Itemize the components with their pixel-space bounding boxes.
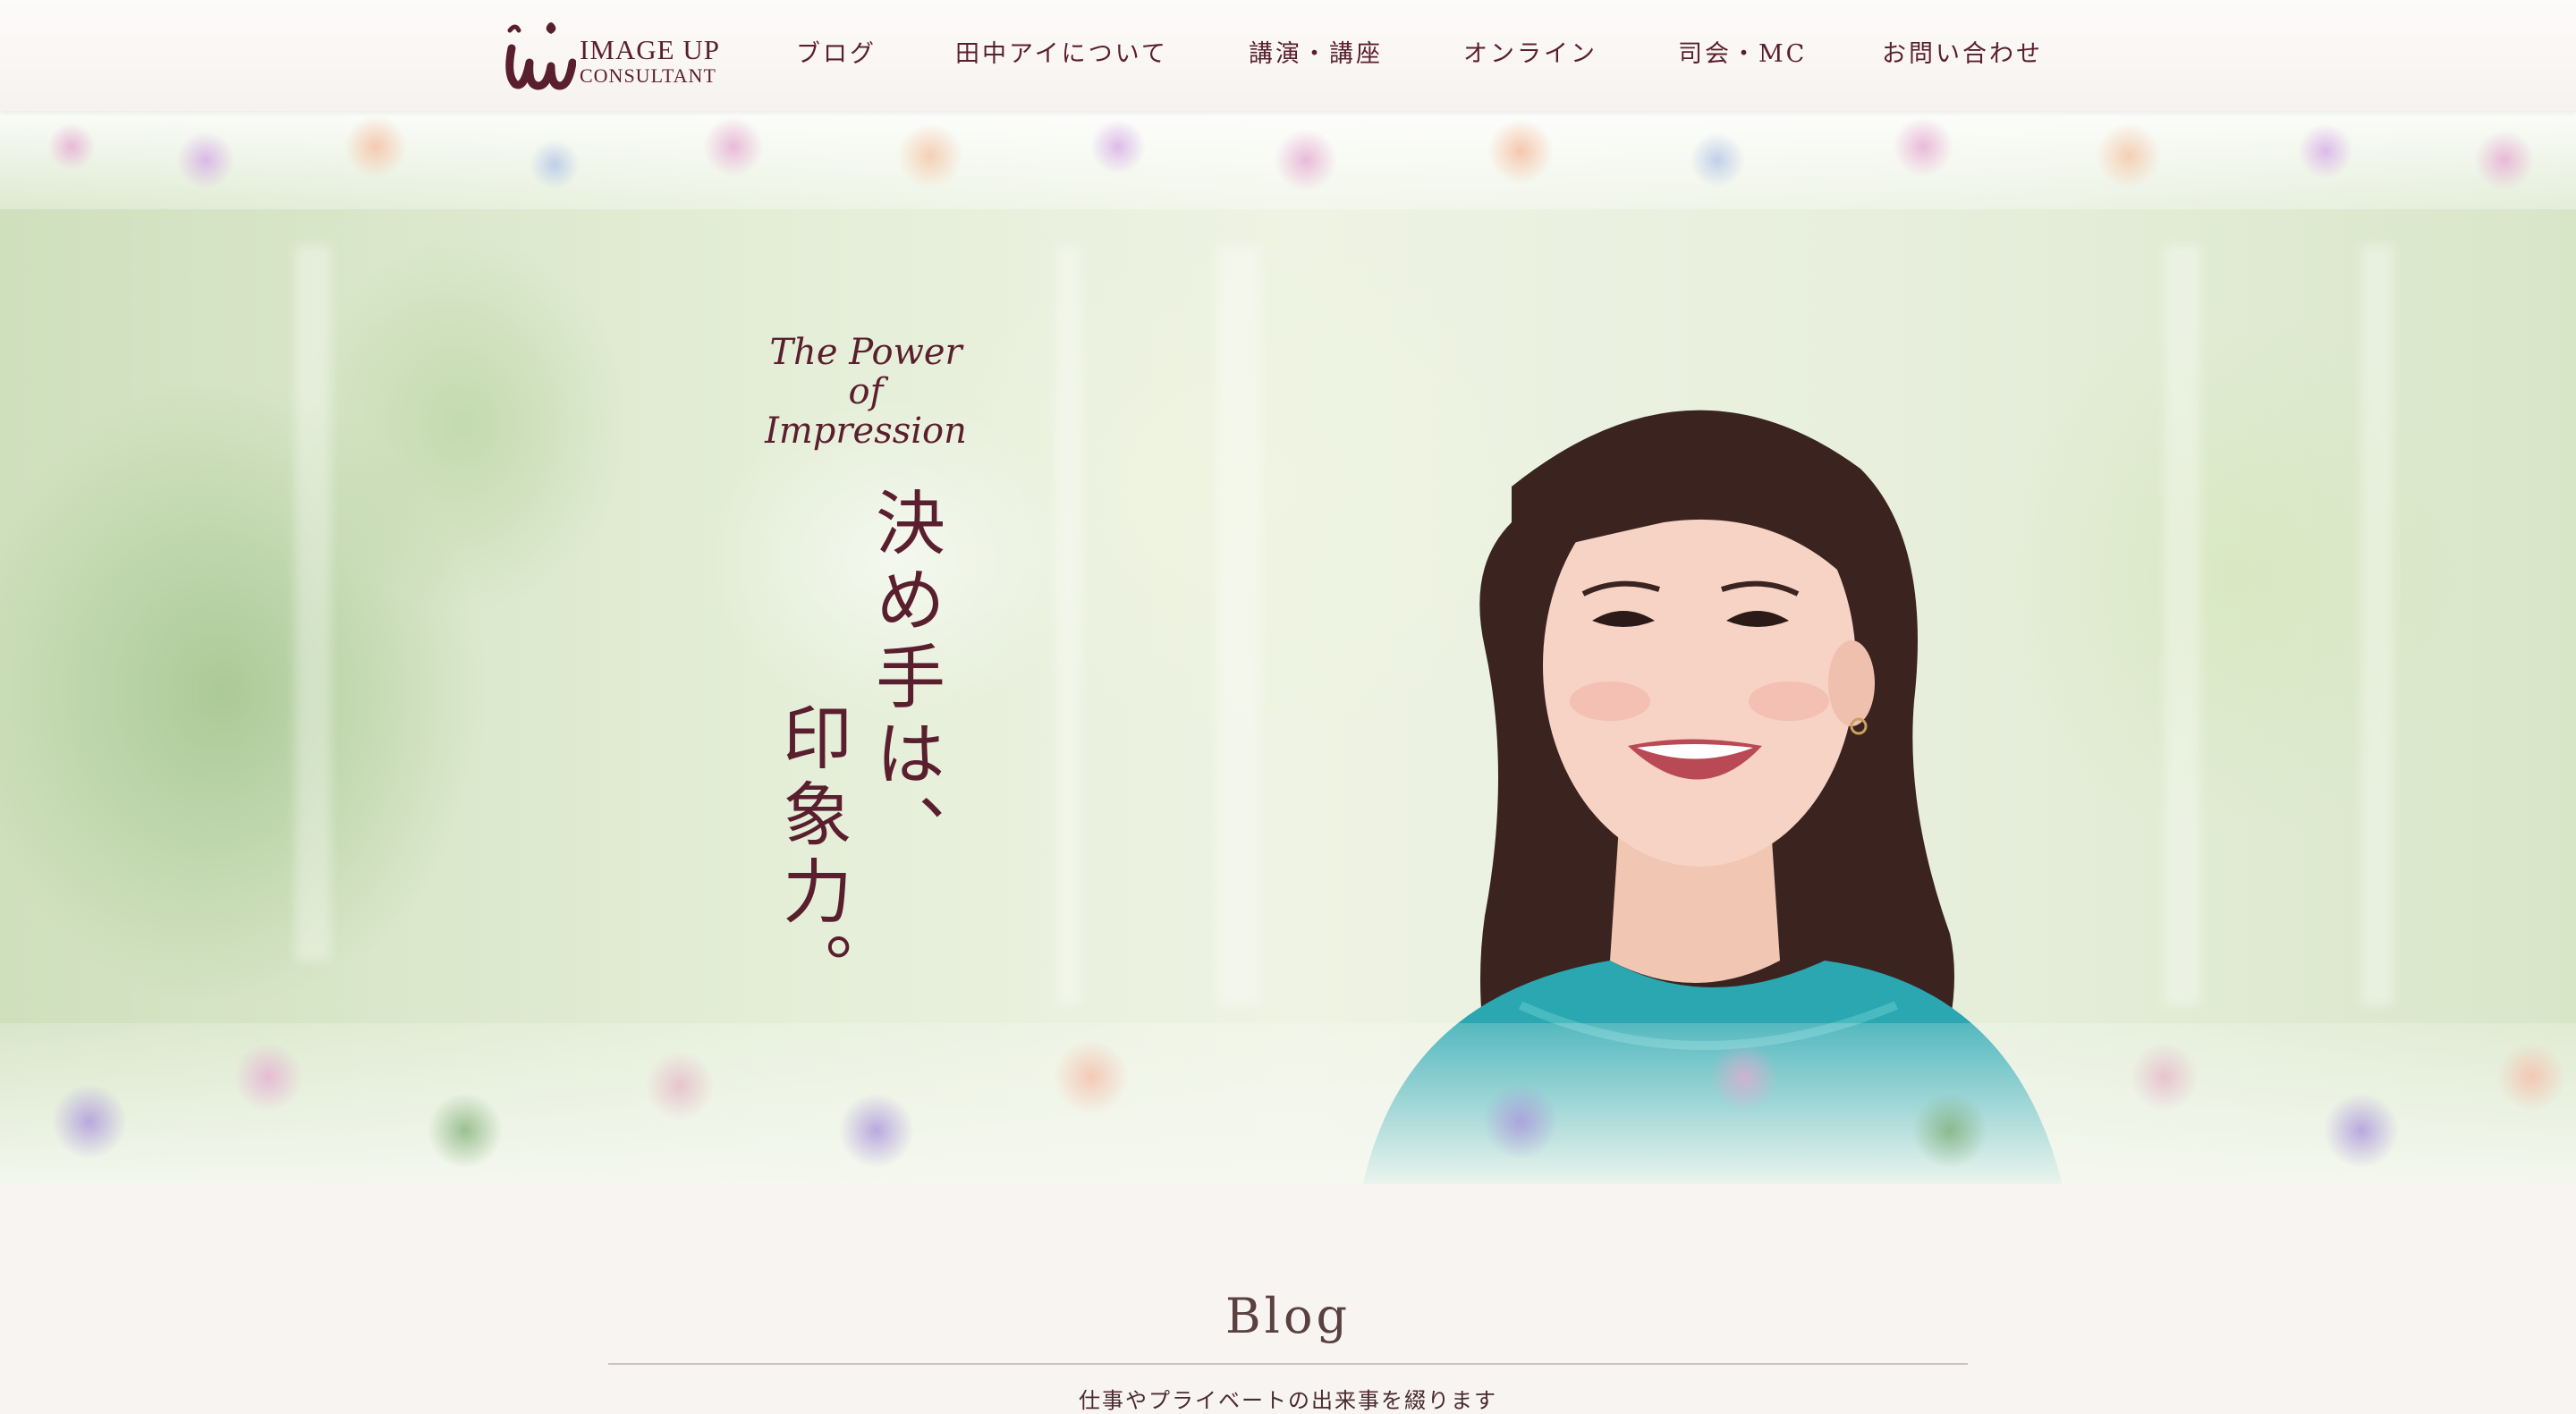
floral-border-top bbox=[0, 111, 2576, 209]
nav-item-mc[interactable]: 司会・MC bbox=[1678, 34, 1807, 69]
site-header: IMAGE UP CONSULTANT ブログ 田中アイについて 講演・講座 オ… bbox=[0, 0, 2576, 111]
background-tree bbox=[1055, 245, 1082, 1005]
background-tree bbox=[2165, 245, 2200, 1005]
background-tree bbox=[2361, 245, 2394, 1005]
tagline-line: Impression bbox=[765, 411, 967, 452]
nav-item-about[interactable]: 田中アイについて bbox=[955, 34, 1168, 69]
logo-text-line2: CONSULTANT bbox=[580, 64, 716, 87]
iu-monogram-logo-icon bbox=[505, 22, 576, 90]
logo-text-line1: IMAGE UP bbox=[580, 34, 720, 65]
section-divider bbox=[608, 1363, 1968, 1365]
background-tree bbox=[1216, 245, 1261, 1005]
hero-catchphrase-line2: 印象力。 bbox=[771, 701, 852, 1009]
nav-item-online[interactable]: オンライン bbox=[1463, 34, 1597, 69]
tagline-line: The Power bbox=[769, 332, 962, 373]
background-tree bbox=[295, 245, 331, 961]
nav-item-lectures[interactable]: 講演・講座 bbox=[1249, 34, 1383, 69]
hero-catchphrase-line1: 決め手は、 bbox=[864, 487, 945, 871]
nav-item-contact[interactable]: お問い合わせ bbox=[1882, 34, 2043, 69]
hero-tagline-en: The Power of Impression bbox=[750, 333, 982, 451]
hero-banner: The Power of Impression 決め手は、 印象力。 bbox=[0, 111, 2576, 1184]
floral-border-bottom bbox=[0, 1023, 2576, 1184]
nav-item-blog[interactable]: ブログ bbox=[796, 34, 877, 69]
tagline-line: of bbox=[848, 371, 884, 412]
site-logo[interactable]: IMAGE UP CONSULTANT bbox=[497, 14, 721, 97]
blog-section-subtitle: 仕事やプライベートの出来事を綴ります bbox=[1079, 1388, 1497, 1413]
blog-section-title: Blog bbox=[1224, 1288, 1352, 1344]
